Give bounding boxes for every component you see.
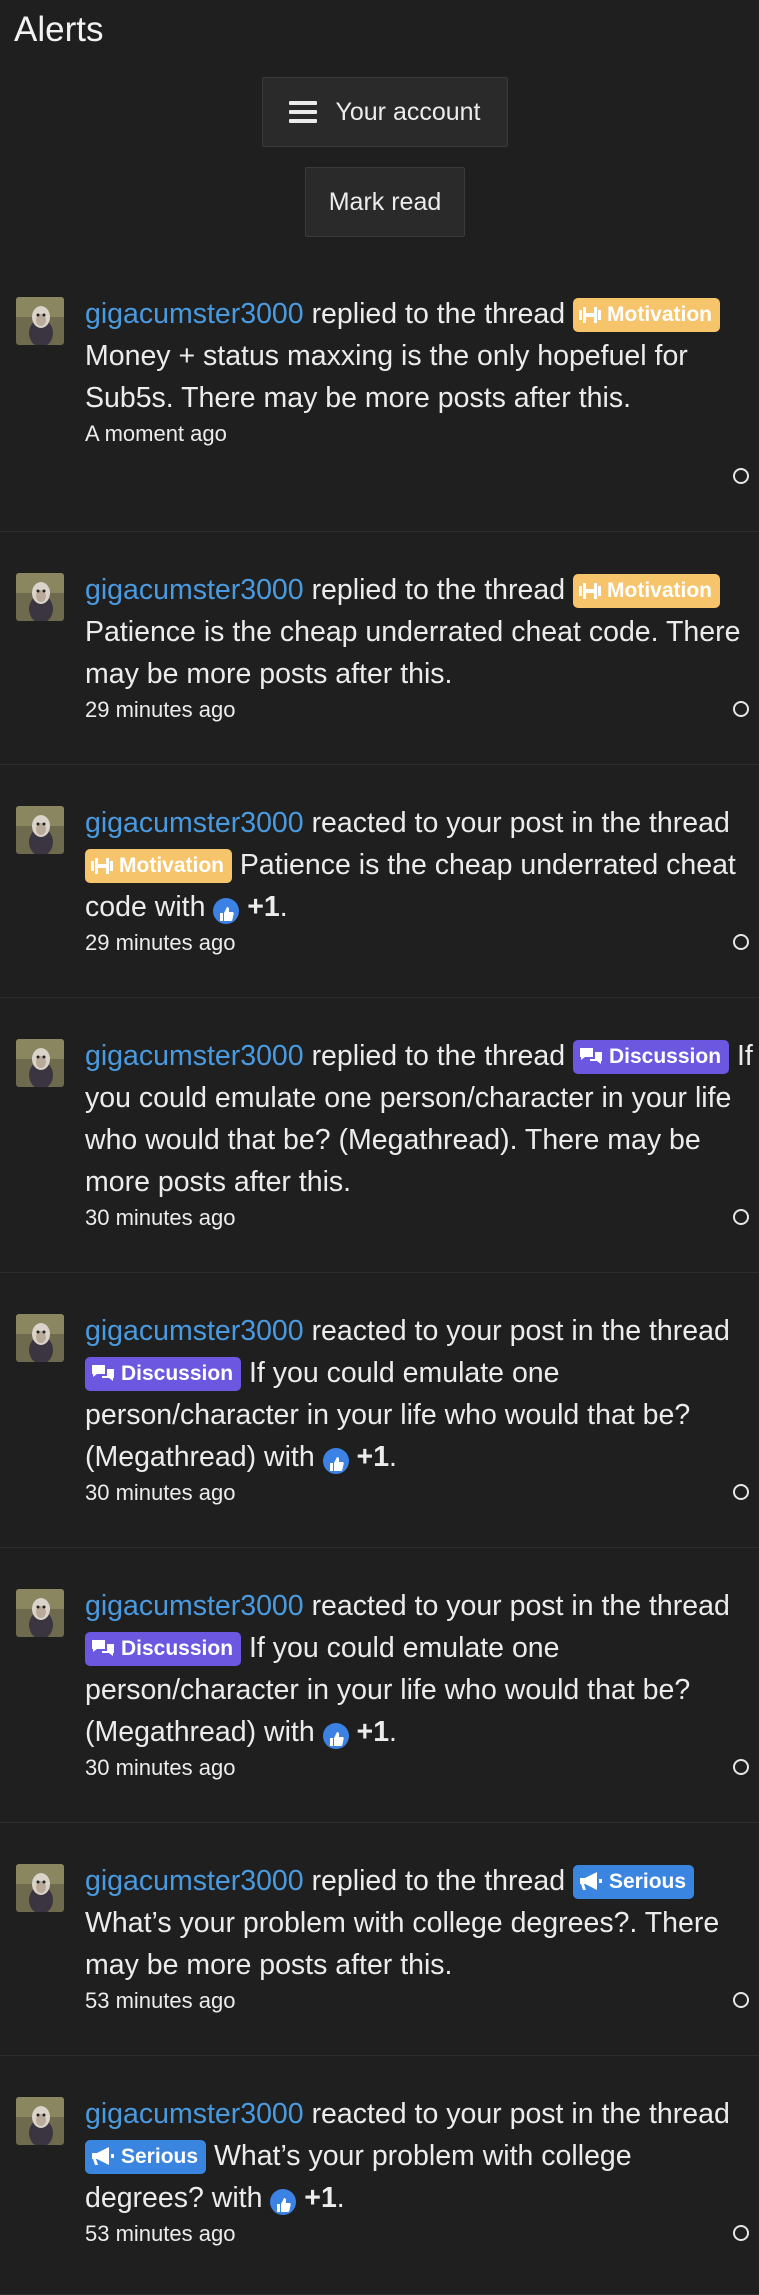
monkey-avatar[interactable] (16, 806, 64, 854)
circle-icon[interactable] (733, 701, 749, 717)
reaction-label: +1 (356, 1716, 390, 1748)
alert-item: gigacumster3000 replied to the thread Mo… (0, 265, 759, 532)
alert-action-text: reacted to your post in the thread (311, 1590, 730, 1622)
alert-action-text: reacted to your post in the thread (311, 2098, 730, 2130)
megaphone-icon (92, 2147, 114, 2165)
alert-item: gigacumster3000 reacted to your post in … (0, 2056, 759, 2295)
monkey-avatar[interactable] (16, 1864, 64, 1912)
alert-item: gigacumster3000 replied to the thread Di… (0, 998, 759, 1273)
alert-time: 53 minutes ago (85, 2221, 236, 2246)
username-link[interactable]: gigacumster3000 (85, 574, 304, 606)
thread-link[interactable]: Serious What’s your problem with college… (85, 2140, 632, 2214)
monkey-avatar[interactable] (16, 1314, 64, 1362)
comments-icon (92, 1365, 114, 1381)
alert-time: 30 minutes ago (85, 1205, 236, 1230)
alert-action-text: reacted to your post in the thread (311, 1315, 730, 1347)
alert-time: 30 minutes ago (85, 1755, 236, 1780)
alert-item: gigacumster3000 reacted to your post in … (0, 765, 759, 998)
your-account-button[interactable]: Your account (262, 77, 508, 147)
circle-icon[interactable] (733, 468, 749, 484)
username-link[interactable]: gigacumster3000 (85, 1315, 304, 1347)
circle-icon[interactable] (733, 1209, 749, 1225)
page-title: Alerts (14, 10, 104, 49)
alert-item: gigacumster3000 reacted to your post in … (0, 1548, 759, 1823)
discussion-badge: Discussion (573, 1040, 730, 1074)
username-link[interactable]: gigacumster3000 (85, 1590, 304, 1622)
username-link[interactable]: gigacumster3000 (85, 298, 304, 330)
serious-badge: Serious (573, 1865, 695, 1899)
thumbs-up-icon (322, 1723, 349, 1749)
serious-badge: Serious (85, 2140, 207, 2174)
circle-icon[interactable] (733, 1484, 749, 1500)
alert-time: 29 minutes ago (85, 697, 236, 722)
alert-with-text: with (264, 1441, 315, 1473)
thumbs-up-icon (322, 1448, 349, 1474)
alert-time: A moment ago (85, 421, 227, 446)
comments-icon (580, 1048, 602, 1064)
hamburger-icon (289, 96, 318, 128)
alert-time: 30 minutes ago (85, 1480, 236, 1505)
motivation-badge: Motivation (573, 574, 720, 608)
header: Alerts (0, 0, 759, 62)
comments-icon (92, 1640, 114, 1656)
reaction-label: +1 (304, 2182, 337, 2214)
dumbbell-icon (579, 307, 601, 323)
monkey-avatar[interactable] (16, 297, 64, 345)
alert-time: 29 minutes ago (85, 930, 236, 955)
reaction-label: +1 (247, 891, 280, 923)
alert-action-text: reacted to your post in the thread (311, 807, 730, 839)
thread-title: Patience is the cheap underrated cheat c… (85, 616, 659, 648)
thread-title: What’s your problem with college degrees… (85, 1907, 638, 1939)
alert-suffix: There may be more posts after this. (181, 382, 631, 414)
alert-item: gigacumster3000 replied to the thread Se… (0, 1823, 759, 2056)
alert-action-text: replied to the thread (311, 1865, 566, 1897)
username-link[interactable]: gigacumster3000 (85, 2098, 304, 2130)
alert-action-text: replied to the thread (311, 298, 566, 330)
alert-with-text: with (154, 891, 206, 923)
circle-icon[interactable] (733, 1759, 749, 1775)
motivation-badge: Motivation (85, 849, 232, 883)
username-link[interactable]: gigacumster3000 (85, 1865, 304, 1897)
monkey-avatar[interactable] (16, 573, 64, 621)
your-account-label: Your account (335, 97, 481, 126)
reaction-label: +1 (356, 1441, 390, 1473)
alert-item: gigacumster3000 replied to the thread Mo… (0, 532, 759, 765)
motivation-badge: Motivation (573, 298, 720, 332)
alert-with-text: with (264, 1716, 315, 1748)
circle-icon[interactable] (733, 2225, 749, 2241)
circle-icon[interactable] (733, 1992, 749, 2008)
megaphone-icon (580, 1872, 602, 1890)
alert-action-text: replied to the thread (311, 574, 566, 606)
dumbbell-icon (579, 583, 601, 599)
dumbbell-icon (91, 858, 113, 874)
alert-with-text: with (211, 2182, 263, 2214)
username-link[interactable]: gigacumster3000 (85, 1040, 304, 1072)
mark-read-button[interactable]: Mark read (305, 167, 465, 237)
monkey-avatar[interactable] (16, 1039, 64, 1087)
monkey-avatar[interactable] (16, 1589, 64, 1637)
discussion-badge: Discussion (85, 1632, 242, 1666)
alert-time: 53 minutes ago (85, 1988, 236, 2013)
thumbs-up-icon (270, 2189, 297, 2215)
thumbs-up-icon (213, 898, 240, 924)
monkey-avatar[interactable] (16, 2097, 64, 2145)
discussion-badge: Discussion (85, 1357, 242, 1391)
alert-item: gigacumster3000 reacted to your post in … (0, 1273, 759, 1548)
circle-icon[interactable] (733, 934, 749, 950)
alert-action-text: replied to the thread (311, 1040, 566, 1072)
username-link[interactable]: gigacumster3000 (85, 807, 304, 839)
